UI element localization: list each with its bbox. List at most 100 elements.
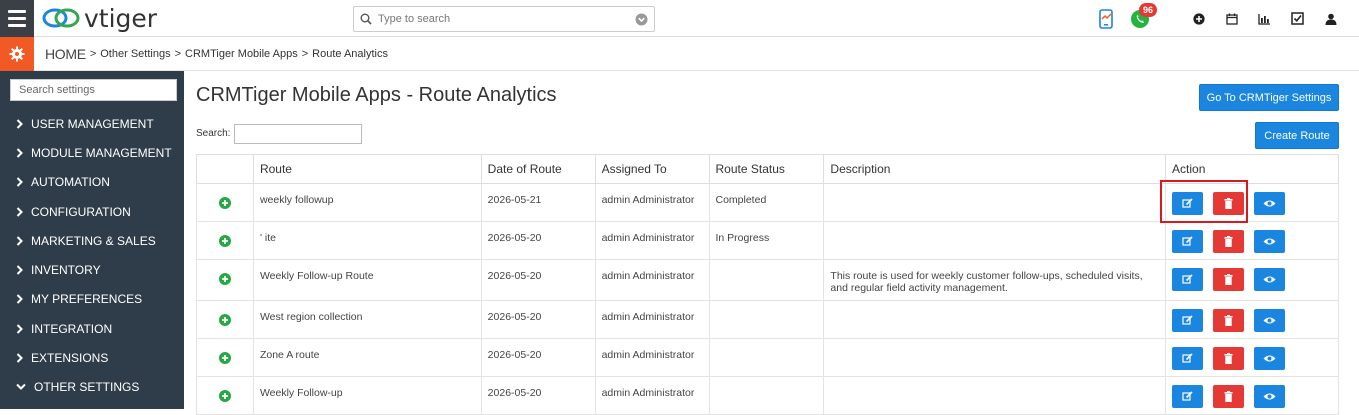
- page-title: CRMTiger Mobile Apps - Route Analytics: [196, 84, 557, 106]
- row-actions: [1172, 192, 1286, 215]
- sidebar-item-marketing-sales[interactable]: MARKETING & SALES: [0, 226, 184, 255]
- go-to-crmtiger-settings-button[interactable]: Go To CRMTiger Settings: [1199, 84, 1339, 111]
- action-cell: [1165, 221, 1339, 260]
- view-button[interactable]: [1254, 347, 1286, 370]
- table-search-input[interactable]: [234, 124, 362, 144]
- edit-button[interactable]: [1172, 309, 1204, 332]
- user-profile-button[interactable]: [1314, 0, 1347, 37]
- delete-button[interactable]: [1213, 230, 1245, 253]
- chevron-right-icon: [16, 353, 26, 363]
- hamburger-menu-button[interactable]: [0, 0, 34, 37]
- route-cell: Zone A route: [252, 338, 482, 377]
- mobile-app-icon-button[interactable]: [1090, 0, 1123, 37]
- sidebar-item-label: CONFIGURATION: [31, 204, 131, 219]
- calendar-button[interactable]: [1215, 0, 1248, 37]
- chevron-right-icon: [16, 118, 26, 129]
- expand-row-icon[interactable]: [218, 197, 231, 209]
- chevron-right-icon: [16, 177, 26, 187]
- breadcrumb-home[interactable]: HOME: [45, 46, 86, 62]
- edit-button[interactable]: [1172, 385, 1204, 408]
- header-description[interactable]: Description: [823, 154, 1167, 184]
- global-search-input[interactable]: [378, 13, 635, 25]
- table-row: West region collection 2026-05-20 admin Ad…: [196, 300, 1339, 339]
- checkbox-icon: [1291, 12, 1304, 25]
- date-cell: 2026-05-20: [480, 259, 596, 301]
- settings-search-input[interactable]: [19, 84, 168, 96]
- expand-row-icon[interactable]: [218, 352, 231, 364]
- reports-button[interactable]: [1248, 0, 1281, 37]
- sidebar-item-user-management[interactable]: USER MANAGEMENT: [0, 109, 184, 138]
- trash-icon: [1224, 315, 1233, 326]
- breadcrumb-bar: HOME > Other Settings > CRMTiger Mobile …: [0, 37, 1359, 71]
- edit-button[interactable]: [1172, 192, 1204, 215]
- expand-row-icon[interactable]: [218, 273, 231, 285]
- expand-cell: [196, 338, 254, 377]
- vtiger-logo[interactable]: vtiger: [42, 3, 157, 33]
- view-button[interactable]: [1254, 230, 1286, 253]
- sidebar-item-module-management[interactable]: MODULE MANAGEMENT: [0, 138, 184, 167]
- breadcrumb-other-settings[interactable]: Other Settings: [100, 48, 170, 60]
- date-cell: 2026-05-20: [480, 338, 596, 377]
- sidebar-item-inventory[interactable]: INVENTORY: [0, 255, 184, 284]
- create-route-button[interactable]: Create Route: [1255, 122, 1339, 149]
- table-row: Zone A route 2026-05-20 admin Administrato…: [196, 338, 1339, 377]
- assigned-to-cell: admin Administrator: [594, 221, 710, 260]
- view-button[interactable]: [1254, 309, 1286, 332]
- breadcrumb-crmtiger-mobile-apps[interactable]: CRMTiger Mobile Apps: [185, 48, 298, 60]
- menu-line: [8, 17, 26, 20]
- sidebar-item-extensions[interactable]: EXTENSIONS: [0, 343, 184, 372]
- eye-icon: [1263, 200, 1276, 207]
- status-cell: Completed: [708, 183, 825, 222]
- table-row: ' ite 2026-05-20 admin Administrator In Pro…: [196, 221, 1339, 260]
- view-button[interactable]: [1254, 192, 1286, 215]
- chevron-right-icon: [16, 148, 26, 158]
- breadcrumb-route-analytics: Route Analytics: [312, 48, 388, 60]
- sidebar-item-label: AUTOMATION: [31, 175, 110, 190]
- expand-row-icon[interactable]: [218, 390, 231, 402]
- expand-row-icon[interactable]: [218, 314, 231, 326]
- status-cell: [708, 300, 825, 339]
- search-dropdown-icon[interactable]: [635, 13, 648, 26]
- edit-button[interactable]: [1172, 347, 1204, 370]
- chevron-down-icon: [16, 383, 26, 391]
- view-button[interactable]: [1254, 268, 1286, 291]
- edit-button[interactable]: [1172, 230, 1204, 253]
- header-action: Action: [1165, 154, 1339, 184]
- settings-gear-button[interactable]: [0, 37, 34, 71]
- quick-create-button[interactable]: [1182, 0, 1215, 37]
- route-cell: weekly followup: [252, 183, 482, 222]
- plus-circle-icon: [1192, 12, 1205, 25]
- header-route-status[interactable]: Route Status: [708, 154, 825, 184]
- route-cell: ' ite: [252, 221, 482, 260]
- delete-button[interactable]: [1213, 385, 1245, 408]
- edit-button[interactable]: [1172, 268, 1204, 291]
- row-actions: [1172, 268, 1286, 291]
- sidebar-item-automation[interactable]: AUTOMATION: [0, 168, 184, 197]
- main-content: CRMTiger Mobile Apps - Route Analytics G…: [184, 71, 1359, 415]
- header-route[interactable]: Route: [252, 154, 482, 184]
- tasks-button[interactable]: [1281, 0, 1314, 37]
- delete-button[interactable]: [1213, 192, 1245, 215]
- vtiger-logo-icon: [42, 8, 80, 28]
- sidebar-item-other-settings[interactable]: OTHER SETTINGS: [0, 373, 184, 402]
- header-assigned-to[interactable]: Assigned To: [594, 154, 710, 184]
- gear-icon: [9, 46, 25, 62]
- table-header-row: Route Date of Route Assigned To Route St…: [196, 154, 1339, 184]
- global-search[interactable]: [353, 6, 655, 32]
- whatsapp-icon-button[interactable]: 96: [1123, 0, 1157, 37]
- sidebar-item-configuration[interactable]: CONFIGURATION: [0, 197, 184, 226]
- sidebar-item-my-preferences[interactable]: MY PREFERENCES: [0, 285, 184, 314]
- delete-button[interactable]: [1213, 347, 1245, 370]
- settings-search[interactable]: [10, 79, 177, 101]
- breadcrumb-separator: >: [301, 48, 309, 60]
- view-button[interactable]: [1254, 385, 1286, 408]
- delete-button[interactable]: [1213, 309, 1245, 332]
- header-date-of-route[interactable]: Date of Route: [480, 154, 596, 184]
- date-cell: 2026-05-21: [480, 183, 596, 222]
- settings-sidebar: USER MANAGEMENT MODULE MANAGEMENT AUTOMATI…: [0, 71, 184, 409]
- sidebar-item-integration[interactable]: INTEGRATION: [0, 314, 184, 343]
- chevron-right-icon: [16, 236, 26, 246]
- expand-row-icon[interactable]: [218, 235, 231, 247]
- delete-button[interactable]: [1213, 268, 1245, 291]
